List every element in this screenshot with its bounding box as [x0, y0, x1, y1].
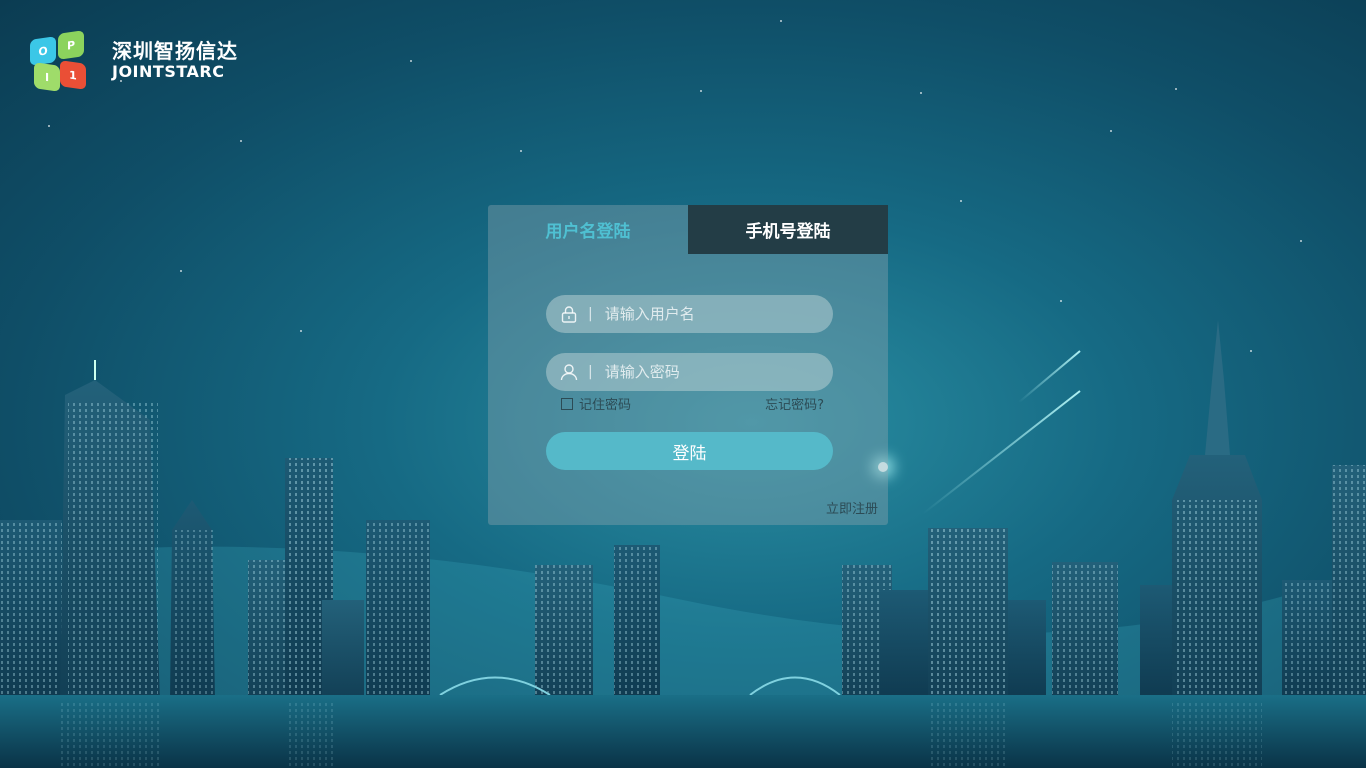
password-input[interactable]	[602, 362, 817, 382]
brand-name-cn: 深圳智扬信达	[112, 39, 238, 63]
username-input[interactable]	[602, 304, 817, 324]
login-button[interactable]: 登陆	[546, 432, 833, 470]
tab-phone-login[interactable]: 手机号登陆	[688, 205, 888, 254]
login-panel: 用户名登陆 手机号登陆 | | 记住密码 忘记密码? 登陆 立即注册	[488, 205, 888, 525]
field-separator: |	[588, 306, 593, 322]
login-tabs: 用户名登陆 手机号登陆	[488, 205, 888, 254]
field-separator: |	[588, 364, 593, 380]
forgot-password-link[interactable]: 忘记密码?	[765, 394, 824, 413]
brand-name-en: JOINTSTARC	[112, 62, 225, 81]
username-field: |	[546, 295, 833, 333]
brand-text: 深圳智扬信达 JOINTSTARC	[112, 40, 238, 82]
register-link[interactable]: 立即注册	[826, 498, 878, 517]
tab-username-login[interactable]: 用户名登陆	[488, 205, 688, 254]
remember-password: 记住密码	[561, 394, 631, 413]
logo-mark-icon: O P I 1	[28, 30, 90, 92]
user-icon	[560, 363, 578, 381]
logo-tile: P	[58, 30, 84, 60]
logo-tile: I	[34, 62, 60, 92]
remember-password-label[interactable]: 记住密码	[579, 394, 631, 413]
remember-password-checkbox[interactable]	[561, 397, 573, 410]
password-field: |	[546, 353, 833, 391]
brand-logo: O P I 1 深圳智扬信达 JOINTSTARC	[28, 30, 238, 92]
logo-tile: 1	[60, 60, 86, 90]
lock-icon	[560, 305, 578, 323]
logo-tile: O	[30, 36, 56, 66]
